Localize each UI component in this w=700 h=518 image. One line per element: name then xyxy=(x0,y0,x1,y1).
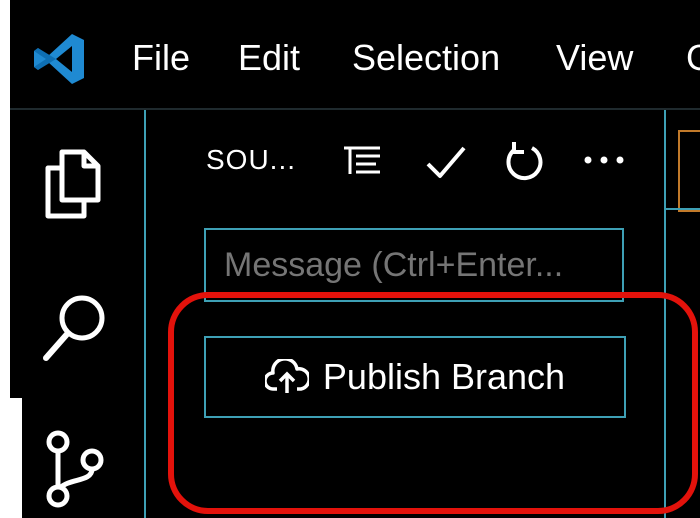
vscode-window: File Edit Selection View G SOU... xyxy=(10,0,700,518)
explorer-files-icon[interactable] xyxy=(40,146,106,220)
commit-message-input[interactable] xyxy=(204,228,624,302)
view-as-tree-icon[interactable] xyxy=(342,144,382,180)
menu-edit[interactable]: Edit xyxy=(238,36,300,80)
panel-title: SOU... xyxy=(206,144,297,175)
cloud-upload-icon xyxy=(264,359,309,393)
menu-file[interactable]: File xyxy=(132,36,190,80)
source-control-panel: SOU... Publish Branc xyxy=(146,110,664,518)
menu-view[interactable]: View xyxy=(556,36,633,80)
menu-selection[interactable]: Selection xyxy=(352,36,500,80)
editor-tab[interactable] xyxy=(678,130,700,212)
source-control-icon[interactable] xyxy=(40,430,110,510)
search-icon[interactable] xyxy=(40,290,112,362)
commit-check-icon[interactable] xyxy=(424,144,468,180)
vscode-logo-icon[interactable] xyxy=(30,30,88,88)
publish-branch-label: Publish Branch xyxy=(322,356,566,397)
refresh-icon[interactable] xyxy=(502,140,546,184)
menu-go[interactable]: G xyxy=(686,36,700,80)
more-actions-icon[interactable] xyxy=(582,154,626,166)
publish-branch-button[interactable]: Publish Branch xyxy=(204,336,626,418)
background-notch xyxy=(10,398,22,518)
activity-bar xyxy=(10,110,146,518)
menu-bar: File Edit Selection View G xyxy=(10,0,700,110)
editor-tab-divider xyxy=(666,208,700,210)
editor-area-edge xyxy=(664,110,700,518)
